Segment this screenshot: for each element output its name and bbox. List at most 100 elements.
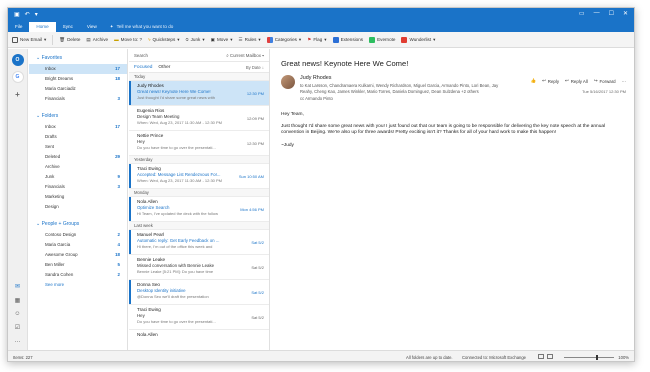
maximize-icon[interactable]: ☐: [609, 10, 614, 17]
evernote-button[interactable]: Evernote: [369, 36, 395, 43]
zoom-slider[interactable]: [564, 355, 614, 360]
close-icon[interactable]: ✕: [623, 10, 628, 17]
people-icon[interactable]: ☺: [14, 311, 20, 317]
like-button[interactable]: 👍: [531, 78, 536, 84]
message-item[interactable]: Eugenia Rios Design Team Meeting When: Wed…: [129, 106, 269, 131]
archive-label: Archive: [92, 37, 109, 42]
sort-dropdown[interactable]: By Date ↓: [246, 65, 264, 70]
move-button[interactable]: ▣ Move ▾: [211, 37, 233, 43]
junk-button[interactable]: ⦸ Junk ▾: [186, 37, 205, 43]
favorite-maria[interactable]: Maria Garciadiz: [29, 84, 127, 94]
message-preview: Do you have time to go over the presenta…: [137, 145, 216, 150]
ribbon-display-icon[interactable]: ▭: [579, 10, 585, 17]
group-heading[interactable]: Last week: [129, 222, 269, 230]
tab-sync[interactable]: Sync: [56, 22, 80, 32]
new-email-label: New Email: [20, 37, 42, 42]
unread-count: 9: [117, 174, 120, 179]
message-item[interactable]: Bennie Leake Missed conversation with Ben…: [129, 255, 269, 280]
folder-marketing[interactable]: Marketing: [29, 192, 127, 202]
group-awesome-group[interactable]: Awesome Group 18: [29, 250, 127, 260]
favorites-header[interactable]: ⌄ Favorites: [29, 52, 127, 64]
folder-archive[interactable]: Archive: [29, 162, 127, 172]
sender-name[interactable]: Judy Rhodes: [300, 75, 500, 81]
group-contoso-design[interactable]: Contoso Design 2: [29, 230, 127, 240]
favorite-financials[interactable]: Financials 3: [29, 94, 127, 104]
move-to-button[interactable]: ▬ Move to: ?: [114, 37, 142, 42]
message-subject: Great news! Keynote Here We Come!: [137, 89, 211, 94]
quicksteps-button[interactable]: ϟ Quicksteps ▾: [148, 37, 179, 43]
group-sandra-cohen[interactable]: Sandra Cohen 2: [29, 270, 127, 280]
avatar[interactable]: [281, 75, 295, 89]
folder-inbox[interactable]: Inbox 17: [29, 122, 127, 132]
calendar-icon[interactable]: ▦: [15, 297, 21, 304]
archive-button[interactable]: ▤ Archive: [86, 37, 108, 43]
message-item[interactable]: Traci Ewing Accepted: Message List Rendez…: [129, 164, 269, 189]
extensions-button[interactable]: Extensions: [332, 36, 364, 43]
message-preview: When: Wed, Aug 23, 2017 11:30 AM - 12:30…: [137, 120, 223, 125]
folders-header[interactable]: ⌄ Folders: [29, 110, 127, 122]
message-item[interactable]: Judy Rhodes Great news! Keynote Here We C…: [129, 81, 269, 106]
group-heading[interactable]: Yesterday: [129, 156, 269, 164]
group-maria-garcia[interactable]: Maria Garcia 4: [29, 240, 127, 250]
message-item[interactable]: Manuel Pearl Automatic reply: Get Early F…: [129, 230, 269, 255]
categories-button[interactable]: Categories ▾: [266, 36, 301, 43]
outlook-app-icon[interactable]: O: [11, 54, 24, 66]
delete-button[interactable]: 🗑 Delete: [59, 37, 80, 43]
tab-focused[interactable]: Focused: [134, 65, 152, 70]
forward-label: Forward: [599, 78, 616, 84]
add-account-icon[interactable]: +: [12, 88, 24, 100]
unread-count: 18: [115, 252, 120, 257]
favorite-inbox[interactable]: Inbox 17: [29, 64, 127, 74]
minimize-icon[interactable]: —: [594, 10, 600, 17]
message-item[interactable]: Nola Allen Optimize Search Hi Team, I've u…: [129, 197, 269, 222]
tab-view[interactable]: View: [80, 22, 104, 32]
tell-me-box[interactable]: ✦ Tell me what you want to do: [104, 22, 174, 32]
message-item[interactable]: Traci Ewing Hey Do you have time to go ove…: [129, 305, 269, 330]
message-item[interactable]: Nettie Prince Hey Do you have time to go o…: [129, 131, 269, 156]
folder-deleted[interactable]: Deleted 29: [29, 152, 127, 162]
search-bar[interactable]: Search ⌕ Current Mailbox ▾: [129, 49, 269, 62]
tab-file[interactable]: File: [8, 22, 29, 32]
tab-other[interactable]: Other: [158, 65, 170, 70]
tab-home[interactable]: Home: [29, 22, 56, 32]
normal-view-icon[interactable]: [538, 354, 544, 359]
folder-financials[interactable]: Financials 3: [29, 182, 127, 192]
undo-icon[interactable]: ↶: [25, 11, 30, 18]
groups-header[interactable]: ⌄ People + Groups: [29, 218, 127, 230]
extensions-label: Extensions: [340, 37, 364, 42]
reply-button[interactable]: ↩ Reply: [542, 78, 559, 84]
see-more-link[interactable]: See more: [29, 280, 127, 290]
reading-view-icon[interactable]: [547, 354, 553, 359]
folder-drafts[interactable]: Drafts: [29, 132, 127, 142]
wunderlist-button[interactable]: Wunderlist ▾: [401, 36, 435, 43]
flag-button[interactable]: ⚑ Flag ▾: [307, 37, 326, 43]
message-item[interactable]: Nola Allen: [129, 330, 269, 350]
message-item[interactable]: Donna Seo Desktop Identity initiative @Don…: [129, 280, 269, 305]
mail-icon[interactable]: ✉: [15, 283, 20, 290]
forward-button[interactable]: ↪ Forward: [594, 78, 616, 84]
search-input[interactable]: Search: [134, 53, 148, 58]
folder-junk[interactable]: Junk 9: [29, 172, 127, 182]
folder-sent[interactable]: Sent: [29, 142, 127, 152]
favorite-bright-dreams[interactable]: Bright Dreams 18: [29, 74, 127, 84]
tasks-icon[interactable]: ☑: [15, 324, 20, 331]
search-scope-dropdown[interactable]: ⌕ Current Mailbox ▾: [226, 53, 264, 58]
rules-button[interactable]: ☰ Rules ▾: [239, 37, 261, 43]
chevron-down-icon[interactable]: ▾: [35, 11, 38, 18]
group-heading[interactable]: Monday: [129, 189, 269, 197]
message-time: Mon 4:56 PM: [240, 207, 264, 212]
reply-all-button[interactable]: ↩ Reply All: [565, 78, 588, 84]
group-ben-miller[interactable]: Ben Miller 5: [29, 260, 127, 270]
more-actions-button[interactable]: ···: [622, 78, 626, 84]
unread-count: 18: [115, 76, 120, 81]
zoom-thumb[interactable]: [596, 355, 598, 360]
reply-label: Reply: [547, 78, 560, 84]
more-icon[interactable]: …: [15, 338, 21, 344]
move-to-label: Move to: ?: [120, 37, 143, 42]
unread-count: 3: [117, 184, 120, 189]
group-heading[interactable]: Today: [129, 73, 269, 81]
new-email-button[interactable]: New Email ▾: [12, 36, 46, 43]
google-app-icon[interactable]: G: [11, 71, 24, 83]
save-icon[interactable]: ▣: [14, 11, 20, 18]
folder-design[interactable]: Design: [29, 202, 127, 212]
